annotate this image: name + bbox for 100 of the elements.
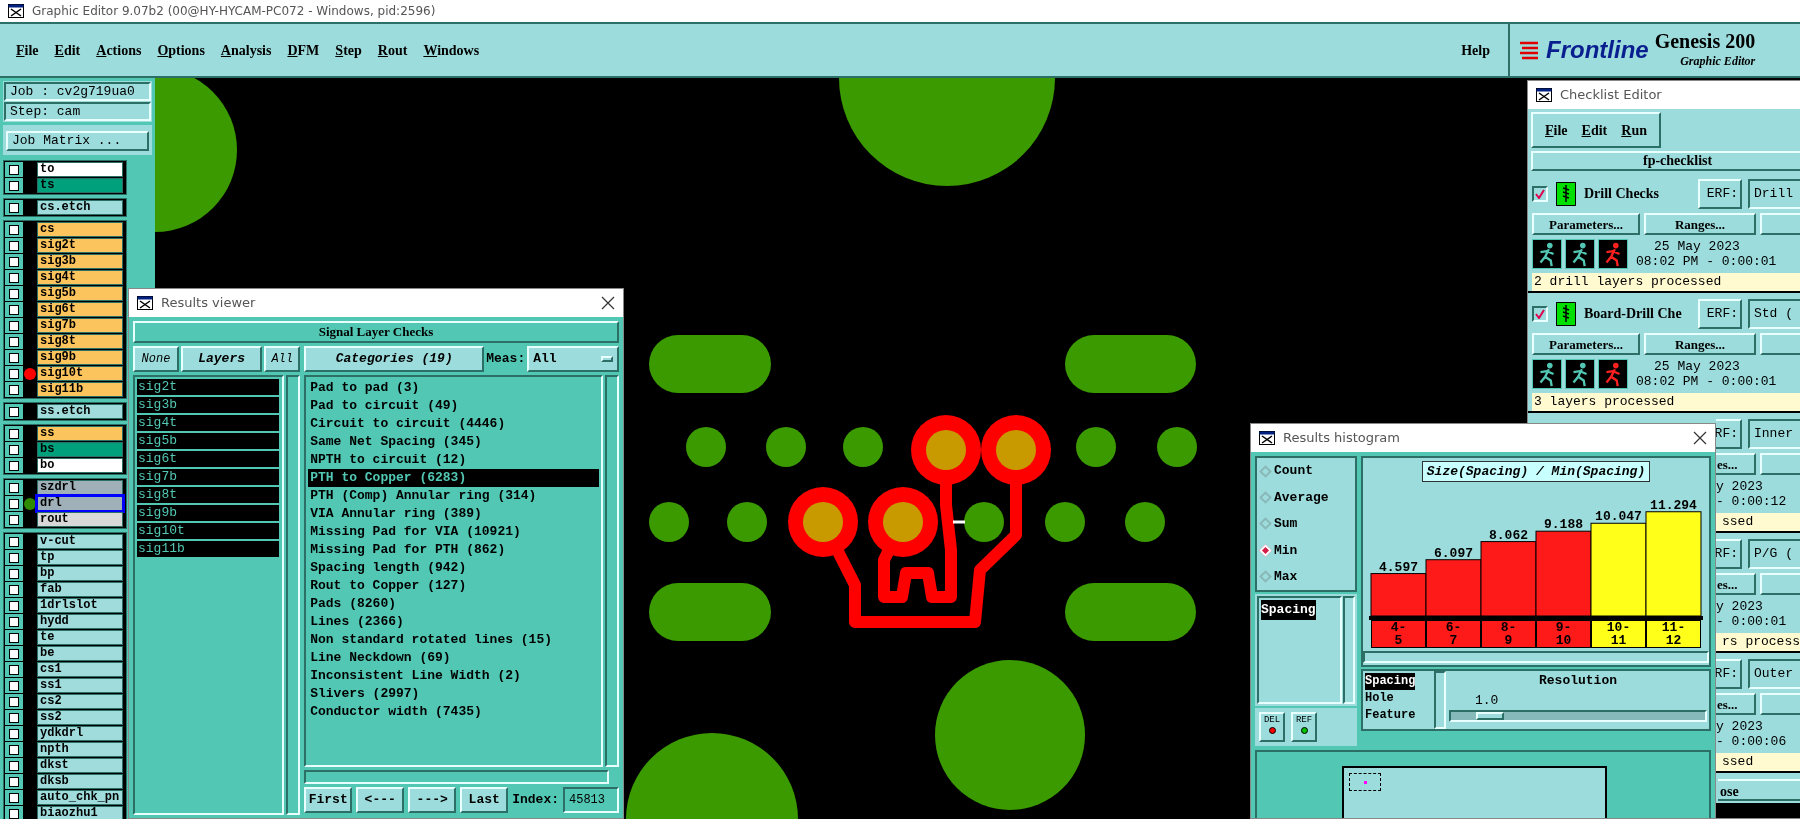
erf-field[interactable]: Drill <box>1748 178 1800 209</box>
close-icon[interactable] <box>1693 431 1707 445</box>
layer-checkbox[interactable] <box>9 552 19 563</box>
layer-checkbox[interactable] <box>9 406 19 417</box>
menu-item[interactable]: Options <box>157 39 205 61</box>
layer-list-item[interactable]: sig2t <box>137 379 279 395</box>
runner-icon[interactable] <box>1565 359 1595 390</box>
layer-name[interactable]: cs1 <box>37 662 123 677</box>
layer-list-item[interactable]: sig9b <box>137 505 279 521</box>
layer-name[interactable]: sig2t <box>37 238 123 253</box>
erf-button[interactable]: ERF: <box>1698 178 1742 209</box>
layer-checkbox[interactable] <box>9 680 19 691</box>
layer-name[interactable]: sig10t <box>37 366 123 381</box>
menu-item[interactable]: Analysis <box>220 39 272 61</box>
layer-name[interactable]: npth <box>37 742 123 757</box>
erf-button[interactable]: RF: <box>1716 658 1742 689</box>
layer-checkbox[interactable] <box>9 648 19 659</box>
horizontal-scrollbar[interactable] <box>1363 651 1709 663</box>
layer-checkbox[interactable] <box>9 792 19 803</box>
scrollbar[interactable] <box>286 375 301 815</box>
layer-checkbox[interactable] <box>9 164 19 175</box>
layer-name[interactable]: sig8t <box>37 334 123 349</box>
menu-item[interactable]: DFM <box>287 39 320 61</box>
check-box[interactable] <box>1532 185 1548 202</box>
layer-name[interactable]: cs.etch <box>37 200 123 215</box>
layer-checkbox[interactable] <box>9 180 19 191</box>
ref-button[interactable]: REF <box>1291 712 1317 742</box>
layer-name[interactable]: to <box>37 162 123 177</box>
type-item[interactable]: Spacing <box>1365 673 1416 690</box>
layer-checkbox[interactable] <box>9 616 19 627</box>
layer-checkbox[interactable] <box>9 320 19 331</box>
radio-button[interactable] <box>1259 464 1272 478</box>
category-item[interactable]: NPTH to circuit (12) <box>308 451 599 469</box>
layer-name[interactable]: sig5b <box>37 286 123 301</box>
blank-button[interactable] <box>1760 213 1800 236</box>
category-item[interactable]: Conductor width (7435) <box>308 703 599 721</box>
runner-icon[interactable] <box>1565 239 1595 270</box>
layer-checkbox[interactable] <box>9 444 19 455</box>
blank-button[interactable] <box>1760 573 1800 596</box>
menu-item[interactable]: File <box>16 39 39 61</box>
layer-checkbox[interactable] <box>9 568 19 579</box>
menu-item[interactable]: Rout <box>377 39 408 61</box>
runner-icon[interactable] <box>1532 359 1562 390</box>
layer-checkbox[interactable] <box>9 584 19 595</box>
layer-checkbox[interactable] <box>9 368 19 379</box>
layer-name[interactable]: v-cut <box>37 534 123 549</box>
layer-checkbox[interactable] <box>9 304 19 315</box>
category-item[interactable]: Slivers (2997) <box>308 685 599 703</box>
layer-name[interactable]: ydkdrl <box>37 726 123 741</box>
category-item[interactable]: Circuit to circuit (4446) <box>308 415 599 433</box>
close-button[interactable]: ose <box>1718 779 1800 801</box>
slider-thumb[interactable] <box>1476 712 1505 720</box>
layer-name[interactable]: sig11b <box>37 382 123 397</box>
layer-name[interactable]: bs <box>37 442 123 457</box>
index-field[interactable]: 45813 <box>563 787 619 813</box>
nav-button[interactable]: ---> <box>408 787 457 813</box>
layer-checkbox[interactable] <box>9 288 19 299</box>
layer-checkbox[interactable] <box>9 498 19 509</box>
nav-button[interactable]: <--- <box>356 787 405 813</box>
layer-list-item[interactable]: sig5b <box>137 433 279 449</box>
layer-checkbox[interactable] <box>9 384 19 395</box>
layer-list-item[interactable]: sig8t <box>137 487 279 503</box>
layer-name[interactable]: rout <box>37 512 123 527</box>
ranges-button[interactable]: Ranges... <box>1644 213 1756 236</box>
layer-name[interactable]: ss2 <box>37 710 123 725</box>
layer-name[interactable]: ts <box>37 178 123 193</box>
layer-name[interactable]: bp <box>37 566 123 581</box>
layer-checkbox[interactable] <box>9 460 19 471</box>
layer-name[interactable]: bo <box>37 458 123 473</box>
runner-icon[interactable] <box>1532 239 1562 270</box>
radio-button[interactable] <box>1259 517 1272 531</box>
radio-button[interactable] <box>1259 570 1272 584</box>
layer-checkbox[interactable] <box>9 632 19 643</box>
horizontal-scrollbar[interactable] <box>304 770 610 784</box>
resolution-slider[interactable] <box>1449 710 1707 722</box>
menu-item[interactable]: File <box>1545 119 1568 141</box>
category-item[interactable]: PTH to Copper (6283) <box>308 469 599 487</box>
layer-checkbox[interactable] <box>9 428 19 439</box>
layer-name[interactable]: sig6t <box>37 302 123 317</box>
layer-name[interactable]: be <box>37 646 123 661</box>
layer-checkbox[interactable] <box>9 336 19 347</box>
layer-name[interactable]: dkst <box>37 758 123 773</box>
scrollbar[interactable] <box>605 375 619 767</box>
measure-item[interactable]: Spacing <box>1261 600 1316 620</box>
category-item[interactable]: Pad to circuit (49) <box>308 397 599 415</box>
layer-name[interactable]: auto_chk_pn <box>37 790 123 805</box>
layer-name[interactable]: drl <box>37 496 123 511</box>
layer-list-item[interactable]: sig6t <box>137 451 279 467</box>
erf-button[interactable]: RF: <box>1716 538 1742 569</box>
layer-name[interactable]: cs <box>37 222 123 237</box>
del-button[interactable]: DEL <box>1259 712 1285 742</box>
layer-name[interactable]: dksb <box>37 774 123 789</box>
menu-item[interactable]: Windows <box>423 39 480 61</box>
layer-checkbox[interactable] <box>9 256 19 267</box>
layer-list-item[interactable]: sig4t <box>137 415 279 431</box>
type-item[interactable]: Hole <box>1365 690 1394 707</box>
menu-item[interactable]: Help <box>1461 39 1490 61</box>
layer-name[interactable]: sig9b <box>37 350 123 365</box>
layer-list-item[interactable]: sig10t <box>137 523 279 539</box>
category-item[interactable]: Inconsistent Line Width (2) <box>308 667 599 685</box>
